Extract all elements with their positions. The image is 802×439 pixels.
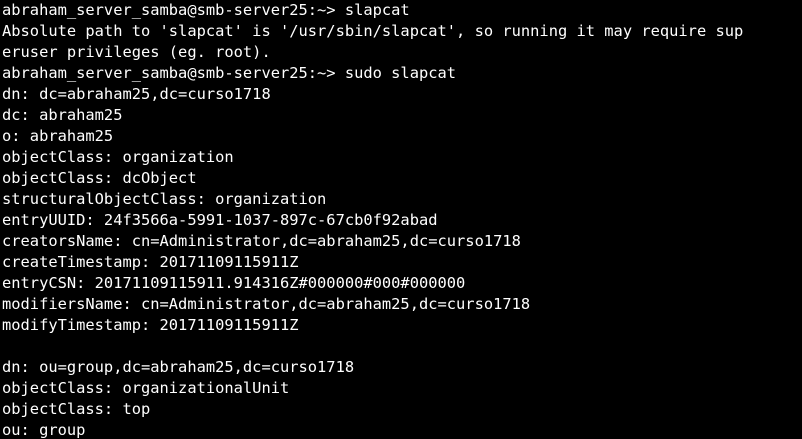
output-line: entryUUID: 24f3566a-5991-1037-897c-67cb0… <box>2 211 438 229</box>
output-line: entryCSN: 20171109115911.914316Z#000000#… <box>2 274 466 292</box>
output-line: objectClass: top <box>2 400 151 418</box>
output-line: dn: ou=group,dc=abraham25,dc=curso1718 <box>2 358 355 376</box>
terminal-window[interactable]: abraham_server_samba@smb-server25:~> sla… <box>0 0 802 439</box>
output-line: objectClass: organizationalUnit <box>2 379 290 397</box>
terminal-output: abraham_server_samba@smb-server25:~> sla… <box>2 0 743 439</box>
output-line: creatorsName: cn=Administrator,dc=abraha… <box>2 232 521 250</box>
prompt-line: abraham_server_samba@smb-server25:~> sud… <box>2 64 457 82</box>
output-line: modifiersName: cn=Administrator,dc=abrah… <box>2 295 531 313</box>
output-line: modifyTimestamp: 20171109115911Z <box>2 316 299 334</box>
output-line: dc: abraham25 <box>2 106 123 124</box>
output-line: objectClass: organization <box>2 148 234 166</box>
output-line: eruser privileges (eg. root). <box>2 43 271 61</box>
output-line: Absolute path to 'slapcat' is '/usr/sbin… <box>2 22 744 40</box>
output-line: o: abraham25 <box>2 127 114 145</box>
prompt-line: abraham_server_samba@smb-server25:~> sla… <box>2 1 410 19</box>
output-line: dn: dc=abraham25,dc=curso1718 <box>2 85 271 103</box>
output-line: objectClass: dcObject <box>2 169 197 187</box>
output-line: createTimestamp: 20171109115911Z <box>2 253 299 271</box>
output-line: ou: group <box>2 421 86 439</box>
output-line: structuralObjectClass: organization <box>2 190 327 208</box>
